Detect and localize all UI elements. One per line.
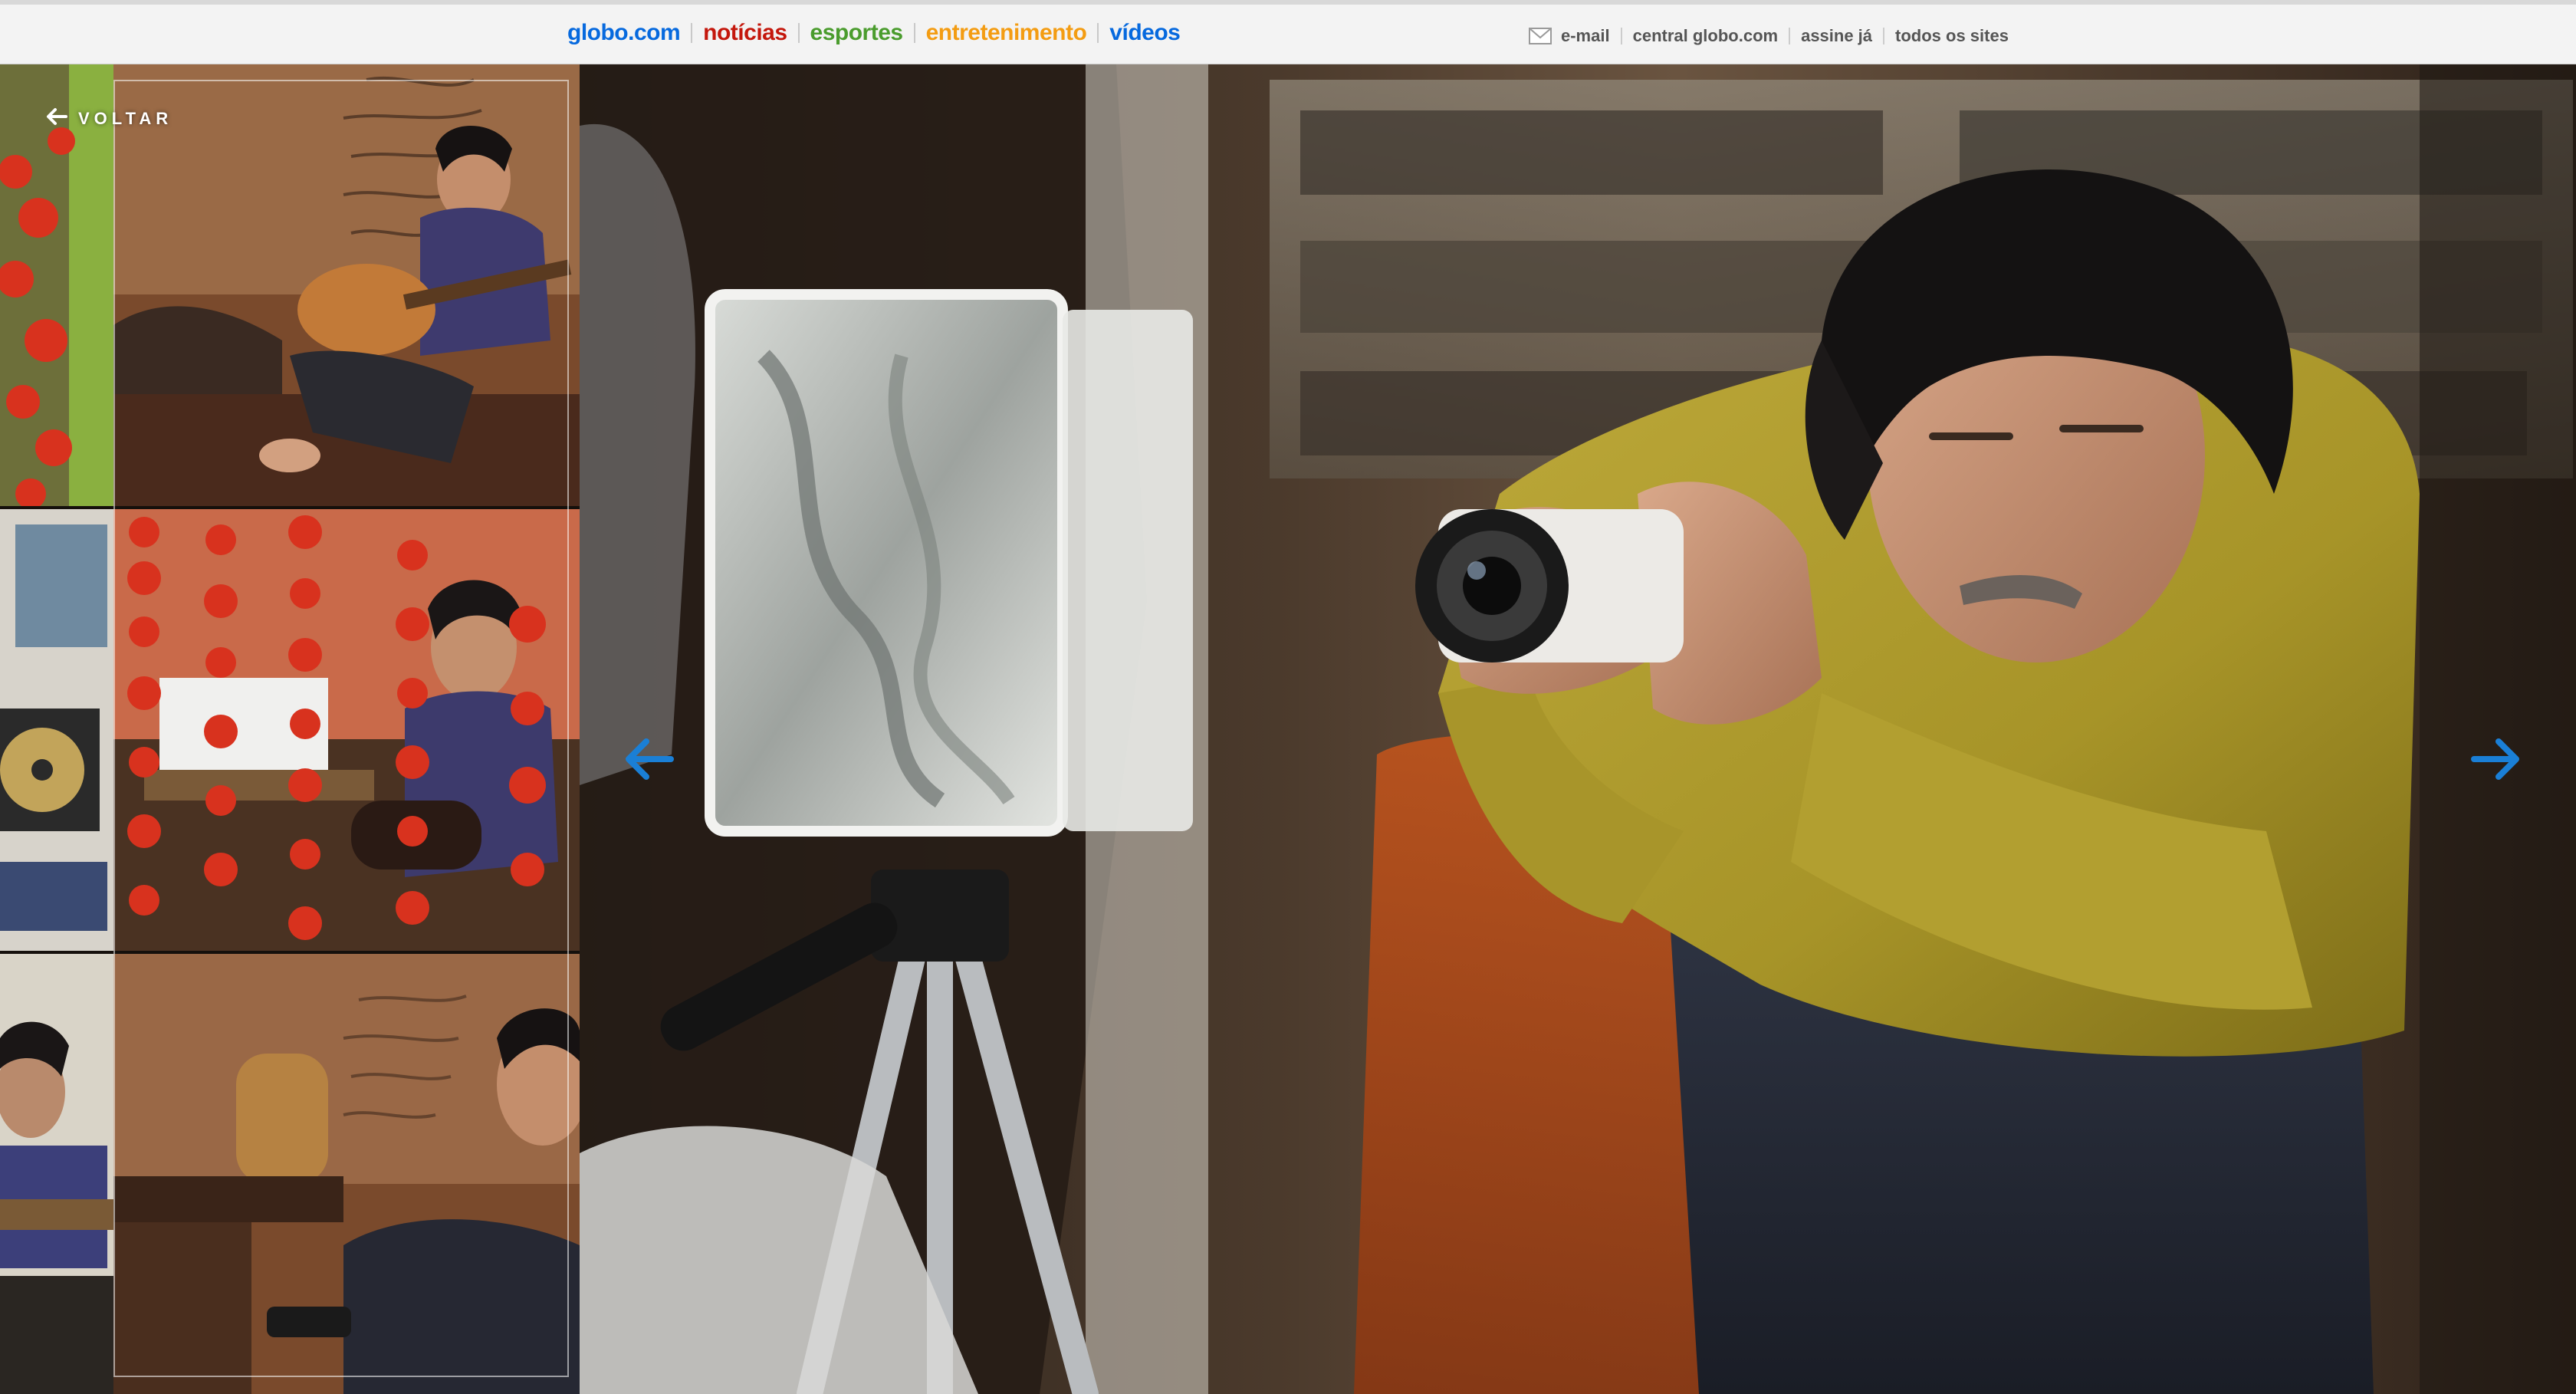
- nav-videos[interactable]: vídeos: [1109, 20, 1181, 46]
- user-nav: e-mail central globo.com assine já todos…: [1529, 26, 2009, 46]
- back-button[interactable]: VOLTAR: [46, 107, 172, 130]
- previous-photo-button[interactable]: [618, 730, 679, 791]
- globo-logo-link[interactable]: globo.com: [567, 20, 681, 46]
- arrow-left-icon: [46, 107, 67, 130]
- todos-os-sites-link[interactable]: todos os sites: [1895, 26, 2009, 46]
- main-photo: [580, 64, 2576, 1394]
- arrow-right-icon: [2469, 732, 2523, 790]
- globo-top-bar: globo.com notícias esportes entretenimen…: [0, 0, 2576, 64]
- thumbnail[interactable]: [113, 954, 580, 1394]
- envelope-icon[interactable]: [1529, 28, 1552, 44]
- thumbnail-strip: VOLTAR: [0, 64, 580, 1394]
- divider: [1883, 28, 1885, 44]
- thumbnail[interactable]: [0, 509, 113, 951]
- thumbnail[interactable]: [0, 954, 113, 1394]
- divider: [797, 23, 800, 43]
- nav-entretenimento[interactable]: entretenimento: [926, 20, 1087, 46]
- divider: [1097, 23, 1099, 43]
- email-link[interactable]: e-mail: [1561, 26, 1610, 46]
- nav-esportes[interactable]: esportes: [810, 20, 904, 46]
- arrow-left-icon: [622, 732, 675, 790]
- central-globo-link[interactable]: central globo.com: [1633, 26, 1778, 46]
- thumbnail-active[interactable]: [113, 64, 580, 506]
- divider: [1789, 28, 1791, 44]
- divider: [691, 23, 693, 43]
- photo-gallery: VOLTAR: [0, 64, 2576, 1394]
- brand-nav: globo.com notícias esportes entretenimen…: [567, 20, 1181, 46]
- thumbnail[interactable]: [0, 64, 113, 506]
- divider: [913, 23, 915, 43]
- back-label: VOLTAR: [78, 109, 173, 128]
- assine-link[interactable]: assine já: [1801, 26, 1872, 46]
- thumbnail[interactable]: [113, 509, 580, 951]
- next-photo-button[interactable]: [2466, 730, 2527, 791]
- nav-noticias[interactable]: notícias: [703, 20, 787, 46]
- divider: [1620, 28, 1622, 44]
